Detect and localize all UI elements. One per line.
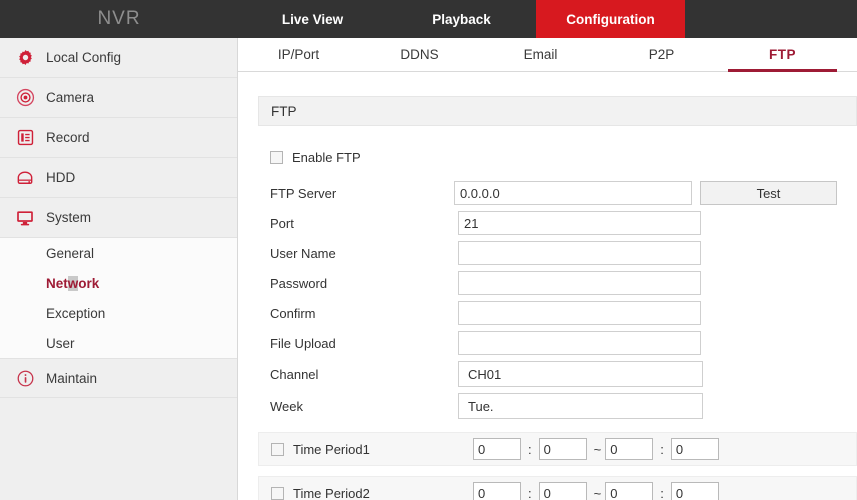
time-period-2-start-hour[interactable]: [473, 482, 521, 500]
sidebar-item-user[interactable]: User: [0, 328, 237, 358]
config-tabs: IP/Port DDNS Email P2P FTP: [238, 38, 857, 72]
gear-icon: [12, 45, 38, 71]
enable-ftp-row: Enable FTP: [258, 144, 837, 170]
panel-title: FTP: [258, 96, 857, 126]
time-period-2-row: Time Period2 : ~ :: [258, 476, 857, 500]
hdd-icon: [12, 165, 38, 191]
channel-label: Channel: [270, 366, 319, 382]
sidebar-item-label: System: [46, 210, 92, 225]
week-label: Week: [270, 398, 303, 414]
port-row: Port: [258, 208, 837, 238]
ftp-form: Enable FTP FTP Server Test Port User Nam…: [258, 144, 857, 500]
channel-select[interactable]: CH01: [458, 361, 703, 387]
sidebar-item-general[interactable]: General: [0, 238, 237, 268]
time-period-1-checkbox[interactable]: [271, 442, 284, 456]
time-period-1-row: Time Period1 : ~ :: [258, 432, 857, 466]
week-select-wrap: Tue.: [458, 393, 703, 419]
sidebar-item-hdd[interactable]: HDD: [0, 158, 237, 198]
week-select[interactable]: Tue.: [458, 393, 703, 419]
sidebar-item-label: Maintain: [46, 370, 98, 386]
ftp-panel: FTP Enable FTP FTP Server Test Port User…: [238, 72, 857, 500]
password-input[interactable]: [458, 271, 701, 295]
tab-ip-port[interactable]: IP/Port: [238, 38, 359, 71]
sidebar-item-camera[interactable]: Camera: [0, 78, 237, 118]
password-label: Password: [270, 275, 328, 291]
time-period-2-end-min[interactable]: [670, 482, 719, 500]
tab-ddns[interactable]: DDNS: [359, 38, 480, 71]
channel-select-wrap: CH01: [458, 361, 703, 387]
time-separator-colon: :: [528, 485, 532, 500]
time-period-1-end-hour[interactable]: [605, 438, 654, 460]
channel-select-value: CH01: [468, 366, 502, 382]
time-separator-tilde: ~: [593, 441, 602, 457]
time-period-2-start-min[interactable]: [538, 482, 587, 500]
top-nav: Live View Playback Configuration: [238, 0, 685, 38]
user-name-input[interactable]: [458, 241, 701, 265]
ftp-server-row: FTP Server Test: [258, 178, 837, 208]
sidebar-item-label: HDD: [46, 170, 76, 185]
monitor-icon: [12, 205, 38, 231]
sidebar-item-label: Camera: [46, 90, 95, 105]
file-upload-input[interactable]: [458, 331, 701, 355]
sidebar: Local Config Camera Record HDD System Ge…: [0, 38, 238, 500]
time-separator-tilde: ~: [593, 485, 602, 500]
test-button[interactable]: Test: [699, 181, 837, 205]
time-period-2-checkbox[interactable]: [271, 486, 284, 500]
sidebar-item-label: Record: [46, 130, 90, 145]
time-separator-colon: :: [660, 485, 664, 500]
enable-ftp-label: Enable FTP: [292, 149, 361, 165]
topnav-configuration[interactable]: Configuration: [536, 0, 685, 38]
user-name-label: User Name: [270, 245, 336, 261]
week-row: Week Tue.: [258, 390, 837, 422]
ftp-server-input[interactable]: [453, 181, 692, 205]
topnav-playback[interactable]: Playback: [387, 0, 536, 38]
port-input[interactable]: [458, 211, 701, 235]
sidebar-item-record[interactable]: Record: [0, 118, 237, 158]
sidebar-subitems: General Network Exception User: [0, 238, 237, 358]
confirm-input[interactable]: [458, 301, 701, 325]
sidebar-item-local-config[interactable]: Local Config: [0, 38, 237, 78]
time-period-2-end-hour[interactable]: [605, 482, 654, 500]
sidebar-subitem-label: Network: [46, 275, 100, 291]
time-period-1-start-hour[interactable]: [473, 438, 521, 460]
topnav-live-view[interactable]: Live View: [238, 0, 387, 38]
week-select-value: Tue.: [468, 398, 494, 414]
record-document-icon: [12, 125, 38, 151]
sidebar-item-exception[interactable]: Exception: [0, 298, 237, 328]
confirm-row: Confirm: [258, 298, 837, 328]
top-bar: NVR Live View Playback Configuration: [0, 0, 857, 38]
info-circle-icon: [12, 365, 38, 391]
time-separator-colon: :: [660, 441, 664, 457]
tab-p2p[interactable]: P2P: [601, 38, 722, 71]
time-period-1-label: Time Period1: [293, 441, 370, 457]
tab-ftp[interactable]: FTP: [722, 38, 843, 72]
sidebar-item-network[interactable]: Network: [0, 268, 237, 298]
port-label: Port: [270, 215, 294, 231]
time-separator-colon: :: [528, 441, 532, 457]
tab-email[interactable]: Email: [480, 38, 601, 71]
ftp-server-label: FTP Server: [270, 185, 337, 201]
confirm-label: Confirm: [270, 305, 316, 321]
time-period-2-label: Time Period2: [293, 485, 370, 500]
sidebar-item-system[interactable]: System: [0, 198, 237, 238]
sidebar-item-maintain[interactable]: Maintain: [0, 358, 237, 398]
user-name-row: User Name: [258, 238, 837, 268]
password-row: Password: [258, 268, 837, 298]
file-upload-label: File Upload: [270, 335, 336, 351]
camera-target-icon: [12, 85, 38, 111]
app-logo: NVR: [97, 8, 141, 29]
content-area: IP/Port DDNS Email P2P FTP FTP Enable FT…: [238, 38, 857, 500]
enable-ftp-checkbox[interactable]: [270, 150, 283, 164]
sidebar-item-label: Local Config: [46, 50, 122, 65]
time-period-1-start-min[interactable]: [538, 438, 587, 460]
channel-row: Channel CH01: [258, 358, 837, 390]
time-period-1-end-min[interactable]: [670, 438, 719, 460]
nvr-config-window: NVR Live View Playback Configuration Loc…: [0, 0, 857, 500]
file-upload-row: File Upload: [258, 328, 837, 358]
